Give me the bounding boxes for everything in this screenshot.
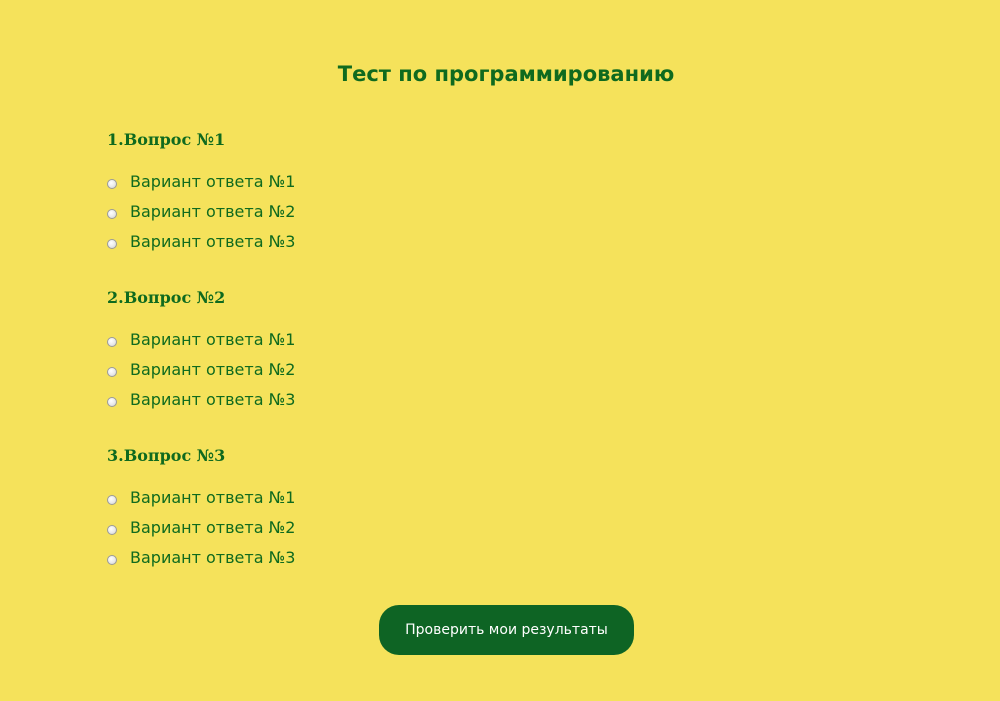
answer-option[interactable]: Вариант ответа №2 bbox=[107, 355, 607, 385]
answer-option[interactable]: Вариант ответа №1 bbox=[107, 483, 607, 513]
answer-label[interactable]: Вариант ответа №2 bbox=[130, 518, 295, 538]
answer-option[interactable]: Вариант ответа №1 bbox=[107, 325, 607, 355]
answer-option[interactable]: Вариант ответа №2 bbox=[107, 197, 607, 227]
answer-label[interactable]: Вариант ответа №3 bbox=[130, 232, 295, 252]
radio-button[interactable] bbox=[107, 494, 117, 505]
page-title: Тест по программированию bbox=[337, 62, 675, 86]
radio-button[interactable] bbox=[107, 208, 117, 219]
answer-option[interactable]: Вариант ответа №3 bbox=[107, 227, 607, 257]
radio-button[interactable] bbox=[107, 238, 117, 249]
answer-label[interactable]: Вариант ответа №1 bbox=[130, 330, 295, 350]
question-2: 2.Вопрос №2 Вариант ответа №1 Вариант от… bbox=[107, 287, 607, 415]
answer-label[interactable]: Вариант ответа №1 bbox=[130, 172, 295, 192]
answer-label[interactable]: Вариант ответа №3 bbox=[130, 548, 295, 568]
answer-label[interactable]: Вариант ответа №1 bbox=[130, 488, 295, 508]
check-results-button[interactable]: Проверить мои результаты bbox=[379, 605, 634, 655]
question-title: 2.Вопрос №2 bbox=[107, 288, 226, 307]
answer-label[interactable]: Вариант ответа №2 bbox=[130, 202, 295, 222]
question-3: 3.Вопрос №3 Вариант ответа №1 Вариант от… bbox=[107, 445, 607, 573]
radio-button[interactable] bbox=[107, 524, 117, 535]
answer-option[interactable]: Вариант ответа №2 bbox=[107, 513, 607, 543]
answer-label[interactable]: Вариант ответа №2 bbox=[130, 360, 295, 380]
question-1: 1.Вопрос №1 Вариант ответа №1 Вариант от… bbox=[107, 129, 607, 257]
answer-label[interactable]: Вариант ответа №3 bbox=[130, 390, 295, 410]
answer-option[interactable]: Вариант ответа №3 bbox=[107, 543, 607, 573]
question-title: 1.Вопрос №1 bbox=[107, 130, 226, 149]
radio-button[interactable] bbox=[107, 396, 117, 407]
question-title: 3.Вопрос №3 bbox=[107, 446, 226, 465]
answer-option[interactable]: Вариант ответа №3 bbox=[107, 385, 607, 415]
radio-button[interactable] bbox=[107, 554, 117, 565]
answer-option[interactable]: Вариант ответа №1 bbox=[107, 167, 607, 197]
radio-button[interactable] bbox=[107, 366, 117, 377]
radio-button[interactable] bbox=[107, 178, 117, 189]
radio-button[interactable] bbox=[107, 336, 117, 347]
